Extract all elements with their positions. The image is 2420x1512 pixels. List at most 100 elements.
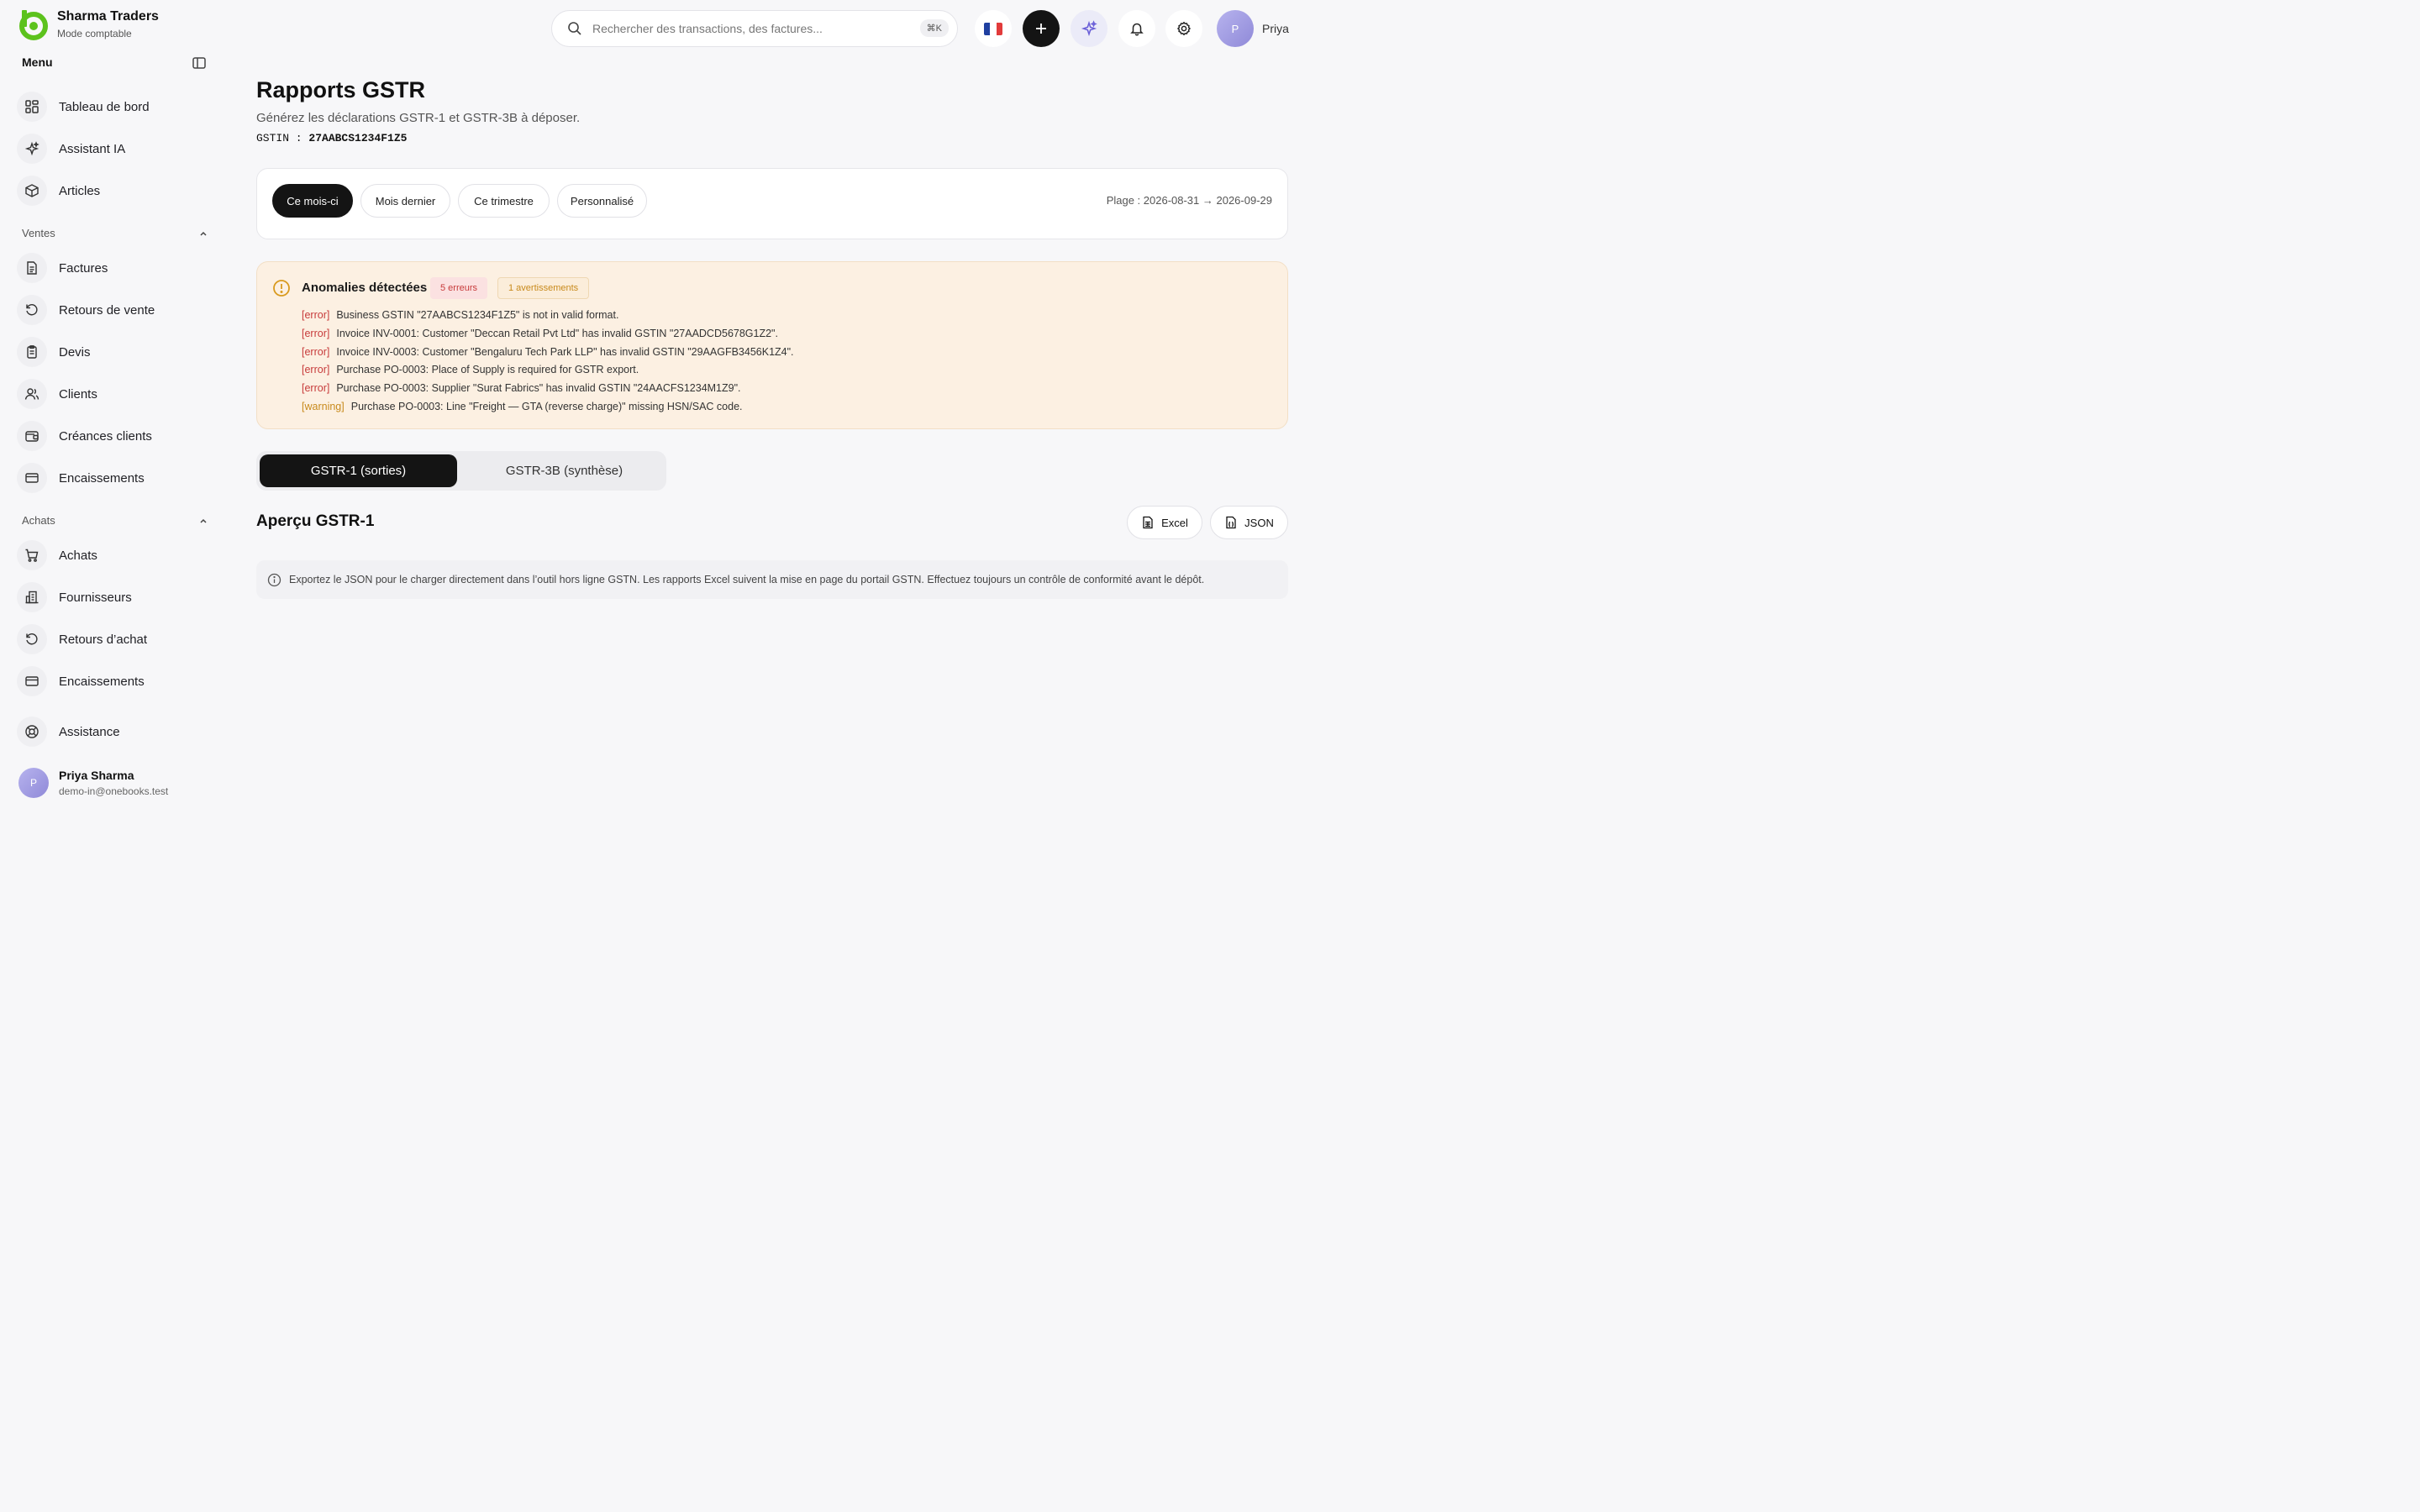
sidebar-item-label: Retours de vente — [59, 302, 155, 318]
sidebar-item-label: Encaissements — [59, 470, 145, 486]
errors-badge: 5 erreurs — [430, 277, 488, 299]
sidebar-item-label: Clients — [59, 386, 97, 402]
settings-button[interactable] — [1165, 10, 1202, 47]
warning-tag: [warning] — [302, 400, 345, 412]
clipboard-icon — [17, 337, 47, 367]
top-user-name[interactable]: Priya — [1262, 22, 1289, 35]
error-tag: [error] — [302, 345, 330, 358]
card-icon — [17, 666, 47, 696]
sidebar-toggle-icon[interactable] — [192, 55, 207, 71]
section-ventes[interactable]: Ventes — [22, 227, 208, 239]
sidebar-item-ai-assistant[interactable]: Assistant IA — [17, 132, 210, 165]
section-achats[interactable]: Achats — [22, 514, 208, 527]
lifebuoy-icon — [17, 717, 47, 747]
export-excel-button[interactable]: Excel — [1127, 506, 1202, 539]
list-item: [error] Purchase PO-0003: Place of Supply… — [302, 361, 794, 380]
sidebar-item-receivables[interactable]: Créances clients — [17, 419, 210, 453]
list-item: [warning] Purchase PO-0003: Line "Freight… — [302, 398, 794, 417]
sidebar-item-label: Créances clients — [59, 428, 152, 444]
language-button[interactable] — [975, 10, 1012, 47]
sidebar-item-label: Encaissements — [59, 674, 145, 689]
bell-icon — [1130, 23, 1144, 36]
export-json-button[interactable]: JSON — [1210, 506, 1288, 539]
brand-logo — [19, 10, 48, 40]
sidebar-item-encaissements-purchases[interactable]: Encaissements — [17, 664, 210, 698]
sidebar-item-clients[interactable]: Clients — [17, 377, 210, 411]
sidebar-item-fournisseurs[interactable]: Fournisseurs — [17, 580, 210, 614]
wallet-icon — [17, 421, 47, 451]
error-tag: [error] — [302, 382, 330, 395]
brand-mode: Mode comptable — [57, 28, 132, 39]
warnings-badge: 1 avertissements — [497, 277, 590, 299]
export-info-text: Exportez le JSON pour le charger directe… — [289, 574, 1205, 585]
chip-this-quarter[interactable]: Ce trimestre — [458, 184, 550, 218]
list-item: [error] Business GSTIN "27AABCS1234F1Z5" … — [302, 307, 794, 325]
chip-this-month[interactable]: Ce mois-ci — [272, 184, 353, 218]
document-icon — [17, 253, 47, 283]
export-excel-label: Excel — [1161, 516, 1188, 529]
sidebar-item-achats[interactable]: Achats — [17, 538, 210, 572]
sidebar-item-devis[interactable]: Devis — [17, 335, 210, 369]
sidebar-item-label: Assistant IA — [59, 141, 126, 156]
sidebar-item-articles[interactable]: Articles — [17, 174, 210, 207]
sidebar-item-label: Fournisseurs — [59, 590, 132, 605]
sidebar: Sharma Traders Mode comptable Menu Table… — [0, 0, 227, 823]
gstin-line: GSTIN : 27AABCS1234F1Z5 — [256, 132, 407, 144]
users-icon — [17, 379, 47, 409]
card-icon — [17, 463, 47, 493]
tab-gstr3b[interactable]: GSTR-3B (synthèse) — [466, 454, 663, 487]
sidebar-item-assistance[interactable]: Assistance — [17, 715, 210, 748]
user-email: demo-in@onebooks.test — [59, 785, 169, 797]
anomalies-alert: Anomalies détectées 5 erreurs 1 avertiss… — [256, 261, 1288, 429]
sidebar-item-label: Retours d’achat — [59, 632, 148, 647]
create-button[interactable] — [1023, 10, 1060, 47]
sparkles-icon — [1081, 20, 1097, 37]
box-icon — [17, 176, 47, 206]
tab-gstr1[interactable]: GSTR-1 (sorties) — [260, 454, 457, 487]
sidebar-item-factures[interactable]: Factures — [17, 251, 210, 285]
anomaly-message: Business GSTIN "27AABCS1234F1Z5" is not … — [336, 309, 619, 321]
section-title: Ventes — [22, 227, 55, 239]
sidebar-user-card[interactable]: P Priya Sharma demo-in@onebooks.test — [18, 768, 168, 798]
sidebar-item-label: Articles — [59, 183, 101, 198]
sidebar-item-label: Factures — [59, 260, 108, 276]
list-item: [error] Purchase PO-0003: Supplier "Surat… — [302, 380, 794, 398]
flag-fr-icon — [984, 22, 1002, 35]
anomaly-message: Invoice INV-0001: Customer "Deccan Retai… — [336, 327, 778, 339]
anomaly-message: Purchase PO-0003: Place of Supply is req… — [336, 364, 639, 376]
undo-icon — [17, 624, 47, 654]
search-bar[interactable]: ⌘K — [551, 10, 958, 47]
sidebar-item-dashboard[interactable]: Tableau de bord — [17, 90, 210, 123]
error-tag: [error] — [302, 309, 330, 321]
sidebar-item-label: Tableau de bord — [59, 99, 150, 114]
building-icon — [17, 582, 47, 612]
anomaly-message: Invoice INV-0003: Customer "Bengaluru Te… — [336, 345, 794, 358]
sidebar-item-label: Assistance — [59, 724, 120, 739]
sidebar-item-encaissements-sales[interactable]: Encaissements — [17, 461, 210, 495]
json-file-icon — [1226, 516, 1236, 529]
sidebar-item-sales-returns[interactable]: Retours de vente — [17, 293, 210, 327]
sidebar-item-purchase-returns[interactable]: Retours d’achat — [17, 622, 210, 656]
ai-button[interactable] — [1071, 10, 1107, 47]
chip-last-month[interactable]: Mois dernier — [360, 184, 450, 218]
avatar[interactable]: P — [1217, 10, 1254, 47]
export-info-banner: Exportez le JSON pour le charger directe… — [256, 560, 1288, 599]
period-filter-card: Ce mois-ci Mois dernier Ce trimestre Per… — [256, 168, 1288, 239]
search-icon — [568, 22, 581, 35]
chip-custom[interactable]: Personnalisé — [557, 184, 647, 218]
brand[interactable]: Sharma Traders Mode comptable — [17, 8, 159, 40]
user-name: Priya Sharma — [59, 769, 134, 782]
report-tabs: GSTR-1 (sorties) GSTR-3B (synthèse) — [256, 451, 666, 491]
gear-icon — [1176, 21, 1192, 36]
dashboard-icon — [17, 92, 47, 122]
chevron-up-icon — [200, 518, 207, 523]
preview-title: Aperçu GSTR-1 — [256, 512, 375, 530]
date-range: Plage : 2026-08-31 → 2026-09-29 — [1106, 194, 1272, 207]
menu-title: Menu — [22, 55, 53, 69]
anomalies-title: Anomalies détectées — [302, 281, 428, 295]
notifications-button[interactable] — [1118, 10, 1155, 47]
gstin-value: 27AABCS1234F1Z5 — [308, 132, 408, 144]
anomalies-list: [error] Business GSTIN "27AABCS1234F1Z5" … — [302, 307, 794, 417]
list-item: [error] Invoice INV-0001: Customer "Decca… — [302, 325, 794, 344]
search-input[interactable] — [591, 21, 913, 36]
